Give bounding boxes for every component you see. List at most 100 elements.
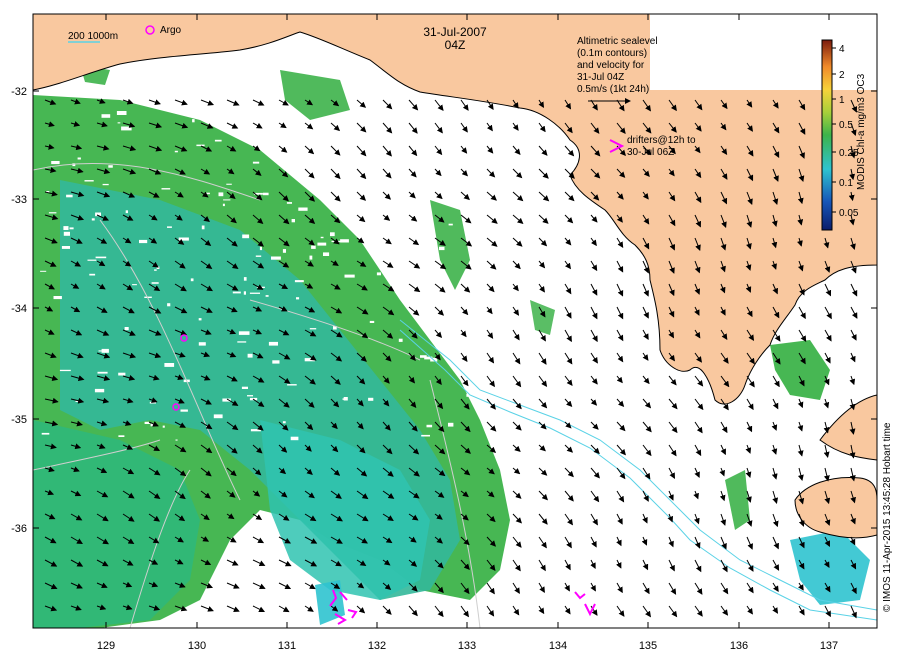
- cloud-fleck: [263, 192, 269, 196]
- cloud-fleck: [118, 435, 125, 437]
- cloud-fleck: [125, 210, 128, 214]
- cloud-fleck: [350, 207, 360, 210]
- cloud-fleck: [311, 245, 316, 249]
- cloud-fleck: [167, 303, 171, 307]
- cloud-fleck: [154, 269, 157, 271]
- cloud-fleck: [121, 126, 132, 131]
- cloud-fleck: [479, 217, 486, 220]
- y-tick-label: -36: [11, 523, 27, 535]
- cloud-fleck: [451, 297, 455, 300]
- cloud-fleck: [69, 227, 74, 230]
- credit-label: © IMOS 11-Apr-2015 13:45:28 Hobart time: [882, 422, 893, 612]
- cloud-fleck: [426, 424, 433, 428]
- cloud-fleck: [489, 434, 494, 436]
- colorbar-scale: [821, 39, 833, 231]
- cloud-fleck: [314, 157, 323, 161]
- cloud-fleck: [180, 409, 188, 412]
- y-tick-label: -35: [11, 414, 27, 426]
- cloud-fleck: [151, 282, 159, 284]
- cloud-fleck: [117, 122, 121, 124]
- colorbar-title: MODIS Chl-a mg/m3 OC3: [856, 73, 867, 190]
- x-tick-label: 136: [730, 640, 748, 652]
- cloud-fleck: [368, 397, 374, 401]
- x-tick-label: 130: [188, 640, 206, 652]
- cloud-fleck: [373, 215, 376, 219]
- cloud-fleck: [369, 320, 375, 323]
- cloud-fleck: [282, 249, 286, 253]
- cloud-fleck: [238, 331, 250, 335]
- cloud-fleck: [409, 246, 412, 248]
- cloud-fleck: [282, 421, 286, 424]
- cloud-fleck: [331, 158, 342, 161]
- colorbar-tick-label: 0.1: [839, 178, 853, 189]
- y-tick-label: -34: [11, 303, 27, 315]
- cloud-fleck: [342, 135, 349, 137]
- cloud-fleck: [309, 328, 317, 330]
- cloud-fleck: [342, 398, 347, 400]
- cloud-fleck: [243, 277, 247, 281]
- cloud-fleck: [268, 341, 278, 346]
- x-tick-label: 132: [368, 640, 386, 652]
- x-tick-label: 133: [458, 640, 476, 652]
- map-time: 04Z: [445, 38, 466, 52]
- cloud-fleck: [323, 252, 330, 256]
- cloud-fleck: [330, 232, 335, 237]
- cloud-fleck: [87, 259, 97, 261]
- cloud-fleck: [286, 202, 292, 204]
- cloud-fleck: [196, 144, 205, 147]
- cloud-fleck: [252, 161, 260, 164]
- velocity-note-line: and velocity for: [577, 60, 645, 71]
- colorbar-tick-label: 4: [839, 44, 845, 55]
- cloud-fleck: [343, 160, 352, 163]
- cloud-fleck: [61, 246, 70, 249]
- cloud-fleck: [101, 348, 109, 353]
- cloud-fleck: [174, 150, 178, 153]
- cloud-fleck: [53, 296, 62, 300]
- cloud-fleck: [162, 425, 165, 428]
- cloud-fleck: [94, 388, 105, 393]
- cloud-fleck: [223, 199, 231, 201]
- cloud-fleck: [421, 434, 430, 437]
- cloud-fleck: [247, 395, 253, 397]
- cloud-fleck: [51, 161, 60, 165]
- cloud-fleck: [401, 202, 410, 206]
- cloud-fleck: [272, 360, 280, 364]
- cloud-fleck: [190, 278, 194, 282]
- cloud-fleck: [421, 168, 427, 172]
- drifter-note-line: drifters@12h to: [627, 135, 696, 146]
- cloud-fleck: [63, 226, 69, 230]
- argo-label: Argo: [160, 25, 182, 36]
- cloud-fleck: [448, 223, 453, 226]
- cloud-fleck: [242, 234, 250, 239]
- cloud-fleck: [84, 180, 94, 182]
- cloud-fleck: [309, 255, 313, 260]
- cloud-fleck: [77, 157, 81, 160]
- cloud-fleck: [449, 331, 455, 335]
- cloud-fleck: [48, 212, 57, 214]
- cloud-fleck: [101, 114, 111, 118]
- map-figure: 129 130 131 132 133 134 135 136 137 -32 -33 -34 -35…: [0, 0, 900, 660]
- cloud-fleck: [167, 226, 172, 228]
- cloud-fleck: [118, 372, 126, 376]
- cloud-fleck: [89, 273, 96, 276]
- cloud-fleck: [463, 314, 473, 318]
- colorbar-tick-label: 0.5: [839, 120, 853, 131]
- cloud-fleck: [487, 137, 497, 139]
- cloud-fleck: [298, 207, 308, 211]
- cloud-fleck: [132, 284, 137, 286]
- cloud-fleck: [108, 165, 113, 168]
- cloud-fleck: [290, 436, 299, 441]
- cloud-fleck: [243, 291, 246, 295]
- y-tick-label: -33: [11, 194, 27, 206]
- cloud-fleck: [439, 246, 445, 251]
- cloud-fleck: [242, 134, 254, 138]
- cloud-fleck: [164, 363, 175, 367]
- cloud-fleck: [376, 272, 381, 276]
- cloud-fleck: [294, 280, 304, 283]
- velocity-note-line: 31-Jul 04Z: [577, 72, 624, 83]
- cloud-fleck: [41, 432, 50, 435]
- cloud-fleck: [255, 255, 262, 257]
- cloud-fleck: [213, 414, 223, 419]
- cloud-fleck: [66, 194, 73, 198]
- cloud-fleck: [485, 404, 490, 407]
